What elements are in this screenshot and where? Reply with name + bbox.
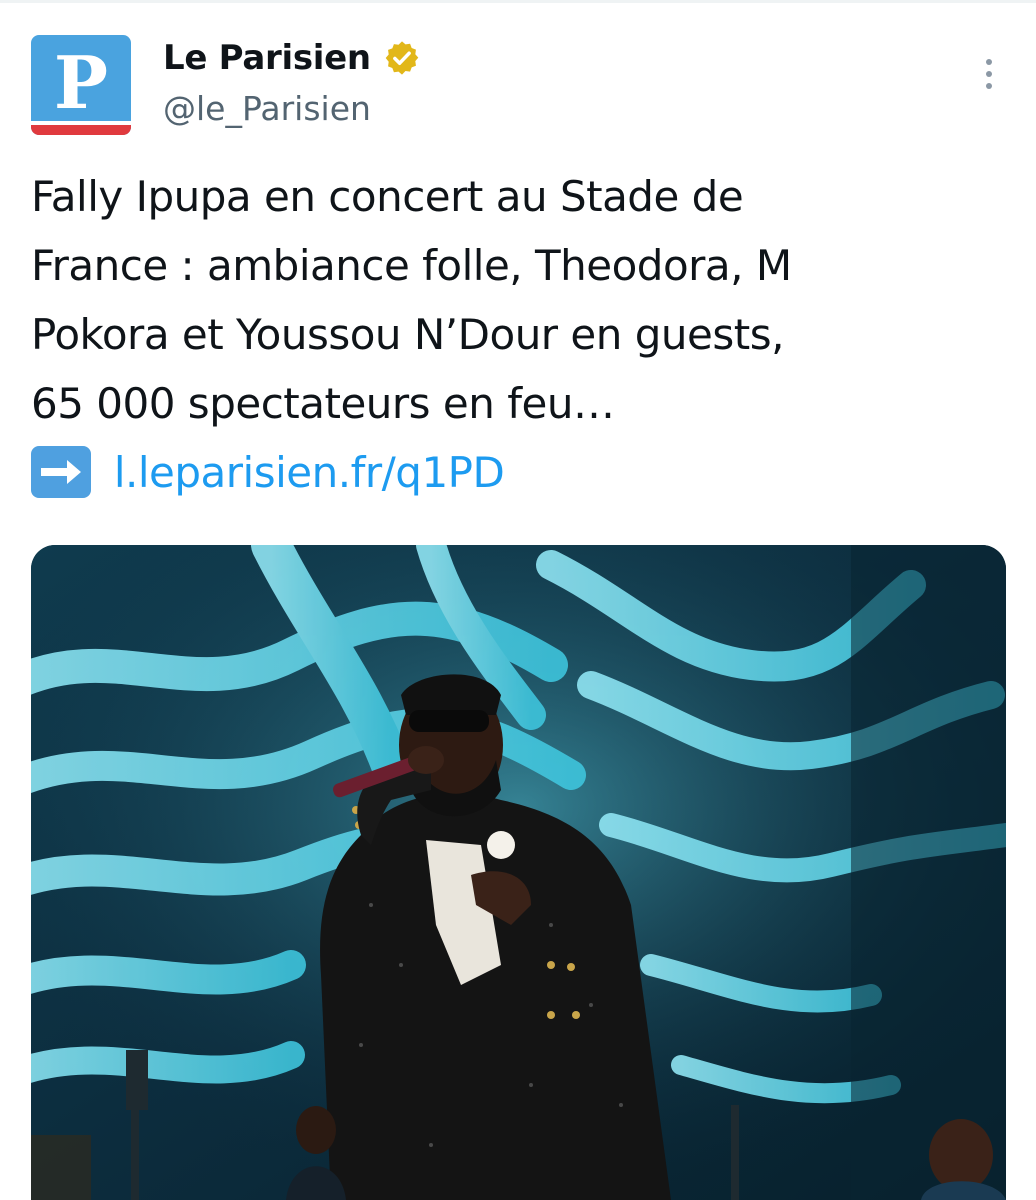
handle[interactable]: @le_Parisien — [163, 89, 421, 128]
link-row: l.leparisien.fr/q1PD — [31, 438, 991, 507]
right-arrow-emoji-icon — [31, 446, 91, 498]
display-name-row: Le Parisien — [163, 35, 421, 81]
verified-gold-icon — [385, 41, 419, 75]
tweet-header: P Le Parisien @le_Parisien — [31, 35, 1021, 135]
avatar[interactable]: P — [31, 35, 131, 135]
display-name[interactable]: Le Parisien — [163, 38, 371, 78]
top-divider — [0, 0, 1036, 3]
avatar-logo-bar — [31, 125, 131, 135]
article-link[interactable]: l.leparisien.fr/q1PD — [114, 448, 505, 497]
tweet-text-line: Pokora et Youssou N’Dour en guests, — [31, 310, 784, 359]
tweet-text-line: France : ambiance folle, Theodora, M — [31, 241, 792, 290]
avatar-logo-letter: P — [53, 40, 109, 125]
concert-photo-image — [31, 545, 1006, 1200]
tweet-text: Fally Ipupa en concert au Stade de Franc… — [31, 162, 991, 507]
tweet-text-line: Fally Ipupa en concert au Stade de — [31, 172, 744, 221]
more-options-icon[interactable] — [979, 59, 999, 99]
concert-photo[interactable] — [31, 545, 1006, 1200]
author-info: Le Parisien @le_Parisien — [163, 35, 421, 128]
tweet-text-line: 65 000 spectateurs en feu… — [31, 379, 615, 428]
